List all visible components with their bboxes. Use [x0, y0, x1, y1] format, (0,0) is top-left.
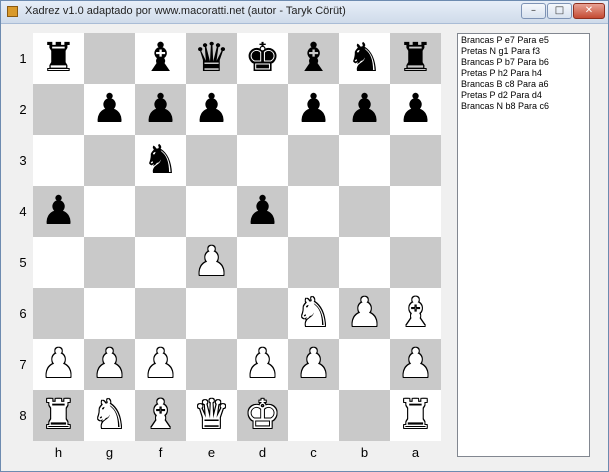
black-pawn-piece[interactable]: ♟ [237, 186, 288, 237]
rank-label: 2 [19, 102, 27, 117]
black-rook-piece[interactable]: ♜ [390, 33, 441, 84]
black-pawn-piece[interactable]: ♟ [135, 84, 186, 135]
square-d2[interactable] [237, 84, 288, 135]
move-history-list[interactable]: Brancas P e7 Para e5 Pretas N g1 Para f3 B… [457, 33, 590, 457]
white-pawn-piece[interactable]: ♟ [237, 339, 288, 390]
black-rook-piece[interactable]: ♜ [33, 33, 84, 84]
square-f6[interactable] [135, 288, 186, 339]
white-pawn-piece[interactable]: ♟ [390, 339, 441, 390]
square-d3[interactable] [237, 135, 288, 186]
move-list-item[interactable]: Pretas N g1 Para f3 [461, 46, 586, 57]
file-label: f [158, 445, 163, 460]
black-king-piece[interactable]: ♚ [237, 33, 288, 84]
file-label: d [258, 445, 267, 460]
black-pawn-piece[interactable]: ♟ [33, 186, 84, 237]
file-label: g [105, 445, 114, 460]
rank-label: 1 [19, 51, 27, 66]
move-list-item[interactable]: Brancas P b7 Para b6 [461, 57, 586, 68]
square-b5[interactable] [339, 237, 390, 288]
square-g3[interactable] [84, 135, 135, 186]
square-b3[interactable] [339, 135, 390, 186]
black-queen-piece[interactable]: ♛ [186, 33, 237, 84]
rank-label: 6 [19, 306, 27, 321]
white-pawn-piece[interactable]: ♟ [186, 237, 237, 288]
rank-label: 4 [19, 204, 27, 219]
square-c3[interactable] [288, 135, 339, 186]
square-g5[interactable] [84, 237, 135, 288]
square-c8[interactable] [288, 390, 339, 441]
square-a5[interactable] [390, 237, 441, 288]
black-bishop-piece[interactable]: ♝ [288, 33, 339, 84]
move-list-item[interactable]: Brancas N b8 Para c6 [461, 101, 586, 112]
window-title: Xadrez v1.0 adaptado por www.macoratti.n… [25, 5, 346, 17]
square-e3[interactable] [186, 135, 237, 186]
move-list-item[interactable]: Brancas B c8 Para a6 [461, 79, 586, 90]
black-knight-piece[interactable]: ♞ [135, 135, 186, 186]
white-pawn-piece[interactable]: ♟ [339, 288, 390, 339]
square-e7[interactable] [186, 339, 237, 390]
move-list-item[interactable]: Pretas P d2 Para d4 [461, 90, 586, 101]
white-pawn-piece[interactable]: ♟ [33, 339, 84, 390]
maximize-button[interactable]: □ [547, 3, 572, 19]
square-f5[interactable] [135, 237, 186, 288]
move-list-item[interactable]: Pretas P h2 Para h4 [461, 68, 586, 79]
white-bishop-piece[interactable]: ♝ [390, 288, 441, 339]
white-knight-piece[interactable]: ♞ [288, 288, 339, 339]
square-b8[interactable] [339, 390, 390, 441]
chess-board[interactable]: ♜ ♝ ♛ ♚ ♝ ♞ ♜ ♟ ♟ ♟ ♟ ♟ ♟ ♞ ♟ ♟ ♟ ♞ ♟ ♝ ♟ ♟ ♟ ♟ ♟ ♟ ♜ ♞ ♝ ♛ ♚ ♜ [33, 33, 441, 441]
white-pawn-piece[interactable]: ♟ [84, 339, 135, 390]
file-label: h [54, 445, 63, 460]
square-g1[interactable] [84, 33, 135, 84]
square-b4[interactable] [339, 186, 390, 237]
white-pawn-piece[interactable]: ♟ [135, 339, 186, 390]
black-pawn-piece[interactable]: ♟ [186, 84, 237, 135]
black-pawn-piece[interactable]: ♟ [288, 84, 339, 135]
file-label: a [411, 445, 420, 460]
square-a4[interactable] [390, 186, 441, 237]
square-d6[interactable] [237, 288, 288, 339]
file-label: c [310, 445, 317, 460]
square-c4[interactable] [288, 186, 339, 237]
white-pawn-piece[interactable]: ♟ [288, 339, 339, 390]
square-b7[interactable] [339, 339, 390, 390]
square-e4[interactable] [186, 186, 237, 237]
square-c5[interactable] [288, 237, 339, 288]
close-button[interactable]: ✕ [573, 3, 605, 19]
square-a3[interactable] [390, 135, 441, 186]
black-pawn-piece[interactable]: ♟ [390, 84, 441, 135]
white-rook-piece[interactable]: ♜ [33, 390, 84, 441]
black-bishop-piece[interactable]: ♝ [135, 33, 186, 84]
file-label: b [360, 445, 369, 460]
square-e6[interactable] [186, 288, 237, 339]
square-h6[interactable] [33, 288, 84, 339]
main-window: Xadrez v1.0 adaptado por www.macoratti.n… [0, 0, 609, 472]
square-h5[interactable] [33, 237, 84, 288]
file-label: e [207, 445, 216, 460]
move-list-item[interactable]: Brancas P e7 Para e5 [461, 35, 586, 46]
rank-label: 8 [19, 408, 27, 423]
square-d5[interactable] [237, 237, 288, 288]
square-h2[interactable] [33, 84, 84, 135]
rank-label: 3 [19, 153, 27, 168]
white-knight-piece[interactable]: ♞ [84, 390, 135, 441]
white-queen-piece[interactable]: ♛ [186, 390, 237, 441]
title-bar[interactable]: Xadrez v1.0 adaptado por www.macoratti.n… [1, 1, 608, 24]
square-g4[interactable] [84, 186, 135, 237]
white-bishop-piece[interactable]: ♝ [135, 390, 186, 441]
square-h3[interactable] [33, 135, 84, 186]
rank-label: 5 [19, 255, 27, 270]
white-king-piece[interactable]: ♚ [237, 390, 288, 441]
rank-label: 7 [19, 357, 27, 372]
app-icon [7, 6, 18, 17]
square-g6[interactable] [84, 288, 135, 339]
square-f4[interactable] [135, 186, 186, 237]
black-pawn-piece[interactable]: ♟ [84, 84, 135, 135]
minimize-button[interactable]: – [521, 3, 546, 19]
black-knight-piece[interactable]: ♞ [339, 33, 390, 84]
white-rook-piece[interactable]: ♜ [390, 390, 441, 441]
black-pawn-piece[interactable]: ♟ [339, 84, 390, 135]
